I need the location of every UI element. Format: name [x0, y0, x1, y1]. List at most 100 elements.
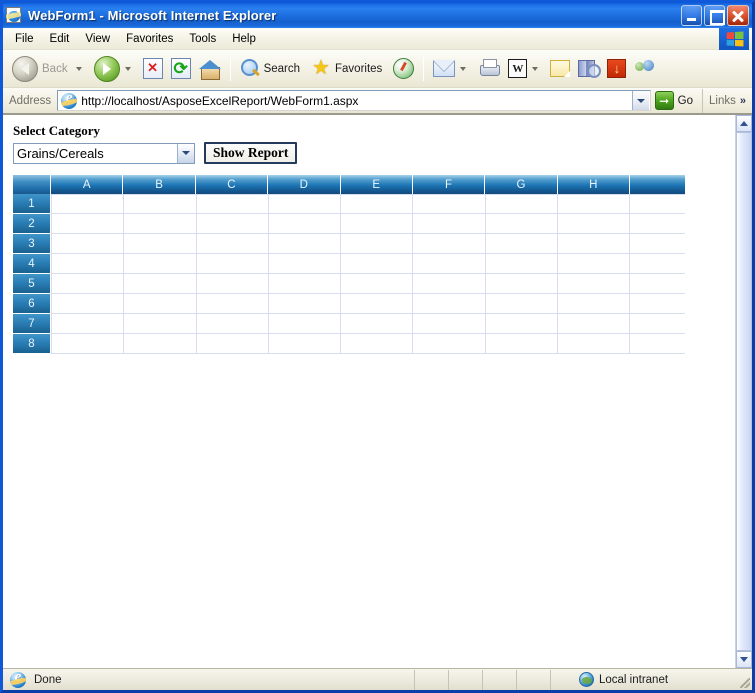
- grid-cell-a4[interactable]: [51, 254, 125, 274]
- grid-cell-a2[interactable]: [51, 214, 125, 234]
- scrollbar-thumb[interactable]: [736, 132, 752, 651]
- grid-cell-d7[interactable]: [268, 314, 341, 334]
- scroll-up-icon[interactable]: [736, 115, 752, 132]
- grid-cell-b8[interactable]: [124, 334, 197, 354]
- grid-cell-b2[interactable]: [124, 214, 197, 234]
- grid-cell-f6[interactable]: [413, 294, 486, 314]
- grid-cell-c4[interactable]: [196, 254, 269, 274]
- grid-cell-g4[interactable]: [485, 254, 558, 274]
- menu-item-help[interactable]: Help: [224, 30, 264, 48]
- history-button[interactable]: [389, 53, 418, 85]
- go-button[interactable]: ➞ Go: [651, 89, 702, 113]
- grid-cell-g5[interactable]: [485, 274, 558, 294]
- grid-cell-a1[interactable]: [51, 194, 125, 214]
- search-button[interactable]: Search: [236, 53, 307, 85]
- grid-cell-e3[interactable]: [341, 234, 414, 254]
- grid-cell-a3[interactable]: [51, 234, 125, 254]
- grid-cell-g6[interactable]: [485, 294, 558, 314]
- address-dropdown-button[interactable]: [631, 91, 649, 110]
- links-overflow-chevron-icon[interactable]: »: [740, 95, 746, 107]
- favorites-button[interactable]: ★ Favorites: [307, 53, 389, 85]
- minimize-button[interactable]: [681, 5, 702, 26]
- grid-cell-h6[interactable]: [557, 294, 630, 314]
- page-vertical-scrollbar[interactable]: [735, 115, 752, 668]
- grid-cell-d1[interactable]: [268, 194, 341, 214]
- close-button[interactable]: [727, 5, 749, 26]
- forward-dropdown-icon[interactable]: [124, 66, 131, 71]
- category-dropdown[interactable]: Grains/Cereals: [13, 142, 195, 164]
- grid-row-header-8[interactable]: 8: [13, 334, 50, 354]
- grid-cell-b7[interactable]: [124, 314, 197, 334]
- grid-cell-c5[interactable]: [196, 274, 269, 294]
- grid-column-header-e[interactable]: E: [340, 175, 413, 194]
- grid-row-header-2[interactable]: 2: [13, 214, 50, 234]
- grid-cell-h4[interactable]: [557, 254, 630, 274]
- grid-cell-b1[interactable]: [124, 194, 197, 214]
- grid-cell-b6[interactable]: [124, 294, 197, 314]
- grid-column-header-f[interactable]: F: [412, 175, 486, 194]
- category-dropdown-button[interactable]: [177, 143, 194, 163]
- grid-cell-d4[interactable]: [268, 254, 341, 274]
- grid-cell-a8[interactable]: [51, 334, 125, 354]
- grid-cell-e1[interactable]: [341, 194, 414, 214]
- grid-cell-c1[interactable]: [196, 194, 269, 214]
- grid-cell-h3[interactable]: [557, 234, 630, 254]
- grid-cell-f1[interactable]: [413, 194, 486, 214]
- grid-cell-d3[interactable]: [268, 234, 341, 254]
- grid-row-header-5[interactable]: 5: [13, 274, 50, 294]
- grid-column-header-d[interactable]: D: [268, 175, 341, 194]
- research-button[interactable]: [574, 53, 603, 85]
- grid-corner-cell[interactable]: [13, 175, 51, 194]
- grid-row-header-1[interactable]: 1: [13, 194, 50, 214]
- links-bar[interactable]: Links »: [702, 88, 750, 113]
- grid-cell-f3[interactable]: [413, 234, 486, 254]
- mail-dropdown-icon[interactable]: [460, 66, 467, 71]
- grid-cell-h2[interactable]: [557, 214, 630, 234]
- grid-cell-g3[interactable]: [485, 234, 558, 254]
- grid-cell-c6[interactable]: [196, 294, 269, 314]
- grid-cell-d6[interactable]: [268, 294, 341, 314]
- address-input[interactable]: http://localhost/AsposeExcelReport/WebFo…: [57, 90, 651, 111]
- grid-column-header-g[interactable]: G: [485, 175, 558, 194]
- grid-cell-h8[interactable]: [557, 334, 630, 354]
- grid-cell-h1[interactable]: [557, 194, 630, 214]
- show-report-button[interactable]: Show Report: [204, 142, 298, 164]
- scroll-down-icon[interactable]: [736, 651, 752, 668]
- home-button[interactable]: [195, 53, 225, 85]
- grid-cell-c7[interactable]: [196, 314, 269, 334]
- grid-cell-d8[interactable]: [268, 334, 341, 354]
- security-zone-pane[interactable]: Local intranet: [551, 670, 736, 690]
- scrollbar-track[interactable]: [736, 132, 752, 651]
- grid-cell-f8[interactable]: [413, 334, 486, 354]
- grid-cell-f7[interactable]: [413, 314, 486, 334]
- grid-cell-b5[interactable]: [124, 274, 197, 294]
- grid-cell-f5[interactable]: [413, 274, 486, 294]
- grid-row-header-7[interactable]: 7: [13, 314, 50, 334]
- grid-cell-a5[interactable]: [51, 274, 125, 294]
- notes-button[interactable]: [546, 53, 574, 85]
- grid-row-header-6[interactable]: 6: [13, 294, 50, 314]
- grid-cell-b4[interactable]: [124, 254, 197, 274]
- print-button[interactable]: [474, 53, 504, 85]
- grid-column-header-h[interactable]: H: [557, 175, 630, 194]
- forward-button[interactable]: [90, 53, 139, 85]
- word-dropdown-icon[interactable]: [532, 66, 539, 71]
- grid-row-header-3[interactable]: 3: [13, 234, 50, 254]
- messenger-button[interactable]: ↓: [603, 53, 630, 85]
- grid-cell-c8[interactable]: [196, 334, 269, 354]
- grid-cell-a7[interactable]: [51, 314, 125, 334]
- grid-cell-c3[interactable]: [196, 234, 269, 254]
- resize-grip[interactable]: [736, 670, 752, 690]
- grid-cell-b3[interactable]: [124, 234, 197, 254]
- menu-item-file[interactable]: File: [7, 30, 42, 48]
- grid-column-header-a[interactable]: A: [51, 175, 124, 194]
- grid-cell-g8[interactable]: [485, 334, 558, 354]
- stop-button[interactable]: [139, 53, 167, 85]
- people-button[interactable]: [630, 53, 660, 85]
- grid-cell-h7[interactable]: [557, 314, 630, 334]
- menu-item-favorites[interactable]: Favorites: [118, 30, 181, 48]
- grid-cell-a6[interactable]: [51, 294, 125, 314]
- grid-cell-g7[interactable]: [485, 314, 558, 334]
- back-button[interactable]: Back: [8, 53, 90, 85]
- grid-cell-e5[interactable]: [341, 274, 414, 294]
